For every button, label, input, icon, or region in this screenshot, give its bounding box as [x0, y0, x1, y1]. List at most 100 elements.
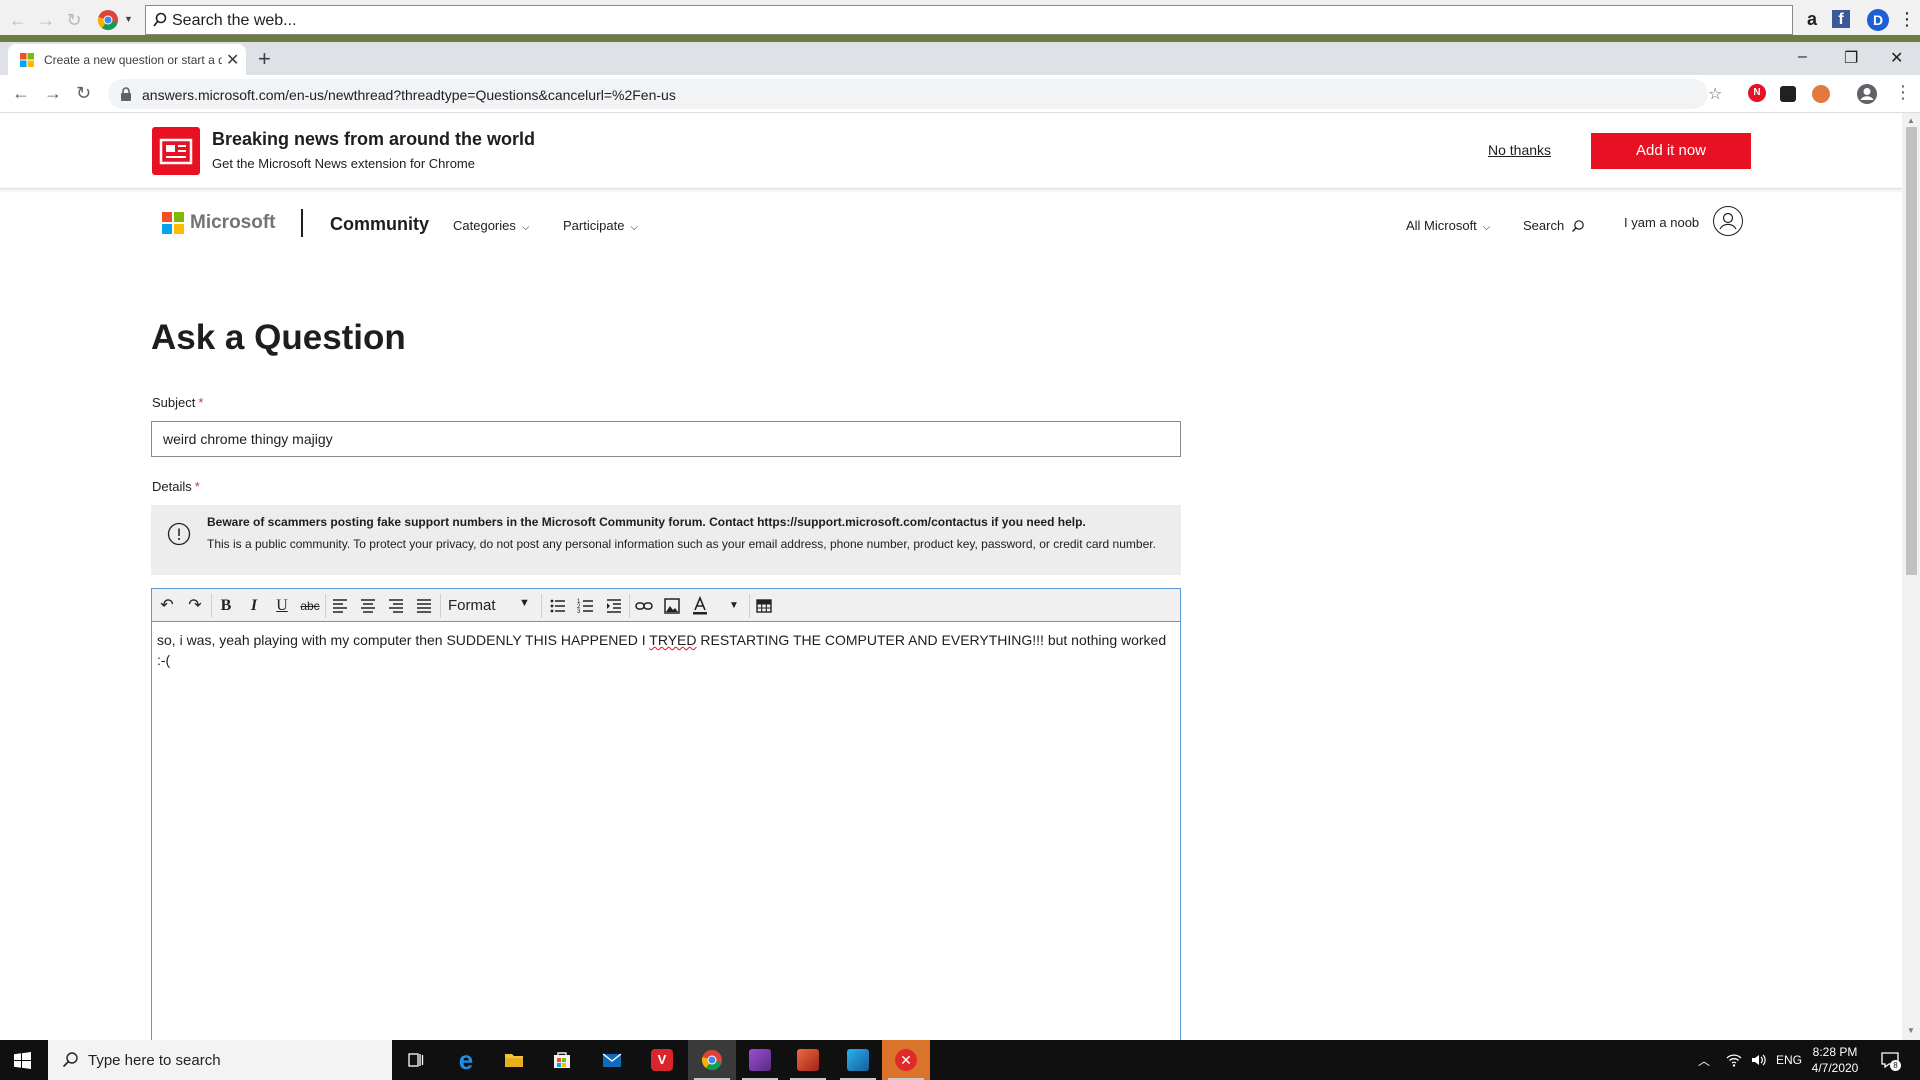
minimize-button[interactable]: – — [1798, 48, 1807, 66]
menu-icon[interactable]: ⋮ — [1898, 8, 1916, 32]
warning-title: Beware of scammers posting fake support … — [207, 515, 1086, 529]
store-icon[interactable] — [538, 1040, 586, 1080]
microsoft-brand[interactable]: Microsoft — [190, 212, 276, 234]
url-bar[interactable]: answers.microsoft.com/en-us/newthread?th… — [108, 79, 1722, 109]
taskbar-clock[interactable]: 8:28 PM 4/7/2020 — [1800, 1044, 1870, 1076]
chevron-up-icon[interactable]: ︿ — [1698, 1052, 1710, 1069]
required-marker: * — [194, 479, 200, 494]
chrome-taskbar-icon[interactable] — [688, 1040, 736, 1080]
news-extension-banner: Breaking news from around the world Get … — [0, 113, 1902, 189]
align-center-icon[interactable] — [355, 593, 381, 619]
numbered-list-icon[interactable]: 123 — [573, 593, 599, 619]
participate-menu[interactable]: Participate ⌵ — [563, 218, 638, 233]
format-dropdown[interactable]: Format — [448, 597, 496, 614]
tab-close-icon[interactable]: ✕ — [226, 50, 239, 70]
facebook-icon[interactable]: f — [1832, 10, 1850, 28]
affinity-photo-icon[interactable] — [736, 1040, 784, 1080]
editor-text-area[interactable]: so, i was, yeah playing with my computer… — [157, 630, 1167, 670]
task-view-icon[interactable] — [392, 1040, 440, 1080]
avatar[interactable] — [1713, 206, 1743, 236]
close-window-button[interactable]: ✕ — [1890, 48, 1903, 68]
chrome-menu-icon[interactable]: ⋮ — [1894, 82, 1912, 102]
chevron-down-icon[interactable]: ▼ — [124, 14, 133, 24]
bold-icon[interactable]: B — [213, 593, 239, 619]
user-name[interactable]: I yam a noob — [1624, 215, 1699, 230]
web-search-input[interactable]: Search the web... — [145, 5, 1793, 35]
redo-icon[interactable]: ↷ — [182, 593, 208, 619]
strikethrough-icon[interactable]: abc — [297, 593, 323, 619]
svg-text:3: 3 — [577, 609, 581, 615]
no-thanks-link[interactable]: No thanks — [1488, 142, 1551, 158]
chevron-down-icon: ⌵ — [521, 222, 530, 233]
all-microsoft-menu[interactable]: All Microsoft ⌵ — [1406, 218, 1490, 233]
amazon-icon[interactable]: a — [1800, 8, 1824, 32]
edge-icon[interactable]: e — [442, 1040, 490, 1080]
close-app-icon[interactable]: ✕ — [882, 1040, 930, 1080]
lock-icon — [120, 87, 132, 101]
add-it-now-button[interactable]: Add it now — [1591, 133, 1751, 169]
align-left-icon[interactable] — [327, 593, 353, 619]
justify-icon[interactable] — [411, 593, 437, 619]
back-icon[interactable]: ← — [12, 83, 30, 104]
site-search-button[interactable]: Search — [1523, 218, 1584, 233]
indent-icon[interactable] — [601, 593, 627, 619]
chrome-icon[interactable] — [97, 9, 119, 31]
required-marker: * — [198, 395, 204, 410]
page-scrollbar[interactable]: ▲ ▼ — [1902, 113, 1920, 1040]
language-indicator[interactable]: ENG — [1776, 1053, 1802, 1067]
scroll-up-icon[interactable]: ▲ — [1907, 116, 1915, 125]
back-icon[interactable]: ← — [8, 10, 28, 30]
subject-input[interactable] — [151, 421, 1181, 457]
community-link[interactable]: Community — [330, 214, 429, 235]
forward-icon[interactable]: → — [44, 83, 62, 104]
bookmark-star-icon[interactable]: ☆ — [1708, 84, 1722, 104]
volume-icon[interactable] — [1750, 1052, 1766, 1068]
scroll-down-icon[interactable]: ▼ — [1907, 1026, 1915, 1035]
search-icon — [62, 1051, 79, 1068]
url-text: answers.microsoft.com/en-us/newthread?th… — [142, 87, 676, 103]
windows-start-icon[interactable] — [14, 1052, 31, 1069]
affinity-publisher-icon[interactable] — [784, 1040, 832, 1080]
extension-red-icon[interactable]: N — [1748, 84, 1766, 102]
affinity-designer-icon[interactable] — [834, 1040, 882, 1080]
extension-orange-icon[interactable] — [1812, 85, 1830, 103]
toolbar-separator — [440, 594, 441, 618]
undo-icon[interactable]: ↶ — [154, 593, 180, 619]
details-label: Details * — [152, 479, 200, 494]
refresh-icon[interactable]: ↻ — [64, 10, 84, 30]
underline-icon[interactable]: U — [269, 593, 295, 619]
font-color-icon[interactable] — [687, 593, 713, 619]
address-bar: ← → ↻ answers.microsoft.com/en-us/newthr… — [0, 75, 1920, 113]
italic-icon[interactable]: I — [241, 593, 267, 619]
microsoft-logo-icon[interactable] — [162, 212, 184, 234]
wifi-icon[interactable] — [1726, 1052, 1742, 1068]
tab-active[interactable]: Create a new question or start a discuss… — [8, 44, 246, 75]
link-icon[interactable] — [631, 593, 657, 619]
toolbar-accent-strip — [0, 35, 1920, 42]
restore-button[interactable]: ❐ — [1844, 48, 1858, 68]
notifications-icon[interactable]: 8 — [1880, 1050, 1901, 1071]
extension-dark-icon[interactable] — [1780, 86, 1796, 102]
dashlane-icon[interactable]: D — [1867, 9, 1889, 31]
taskbar-search-box[interactable]: Type here to search — [48, 1040, 392, 1080]
tab-title: Create a new question or start a discuss… — [44, 53, 222, 67]
categories-menu[interactable]: Categories ⌵ — [453, 218, 529, 233]
forward-icon[interactable]: → — [36, 10, 56, 30]
font-color-dropdown-icon[interactable]: ▼ — [721, 593, 747, 619]
dropdown-arrow-icon[interactable]: ▼ — [519, 597, 530, 609]
antivirus-icon[interactable]: V — [638, 1040, 686, 1080]
tab-strip: Create a new question or start a discuss… — [0, 42, 1920, 75]
bullet-list-icon[interactable] — [545, 593, 571, 619]
new-tab-button[interactable]: + — [258, 46, 271, 72]
profile-icon[interactable] — [1857, 84, 1877, 104]
file-explorer-icon[interactable] — [490, 1040, 538, 1080]
reload-icon[interactable]: ↻ — [76, 83, 91, 104]
align-right-icon[interactable] — [383, 593, 409, 619]
misspelled-word[interactable]: TRYED — [649, 632, 696, 648]
details-label-text: Details — [152, 479, 192, 494]
table-icon[interactable] — [751, 593, 777, 619]
scroll-thumb[interactable] — [1906, 127, 1917, 575]
image-icon[interactable] — [659, 593, 685, 619]
privacy-warning: Beware of scammers posting fake support … — [151, 505, 1181, 575]
mail-icon[interactable] — [588, 1040, 636, 1080]
